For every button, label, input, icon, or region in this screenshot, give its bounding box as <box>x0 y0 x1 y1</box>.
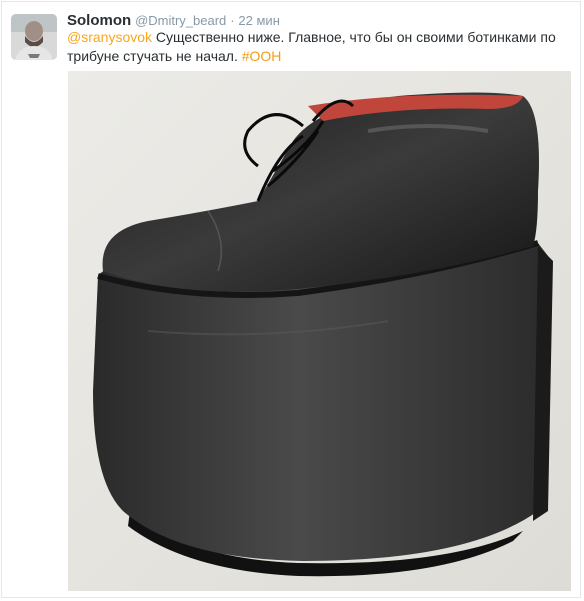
avatar-photo <box>11 14 57 60</box>
platform-shoe-image <box>68 71 571 591</box>
author-handle[interactable]: @Dmitry_beard <box>135 13 226 28</box>
tweet-card[interactable]: Solomon @Dmitry_beard · 22 мин @sranysov… <box>1 1 581 598</box>
avatar[interactable] <box>11 14 57 60</box>
separator-dot: · <box>230 13 235 28</box>
tweet-text: @sranysovok Существенно ниже. Главное, ч… <box>67 28 567 66</box>
author-name[interactable]: Solomon <box>67 12 131 29</box>
attached-photo[interactable] <box>68 71 571 591</box>
hashtag-link[interactable]: #ООН <box>242 48 282 64</box>
tweet-timestamp[interactable]: 22 мин <box>238 13 279 28</box>
mention-link[interactable]: @sranysovok <box>67 29 152 45</box>
